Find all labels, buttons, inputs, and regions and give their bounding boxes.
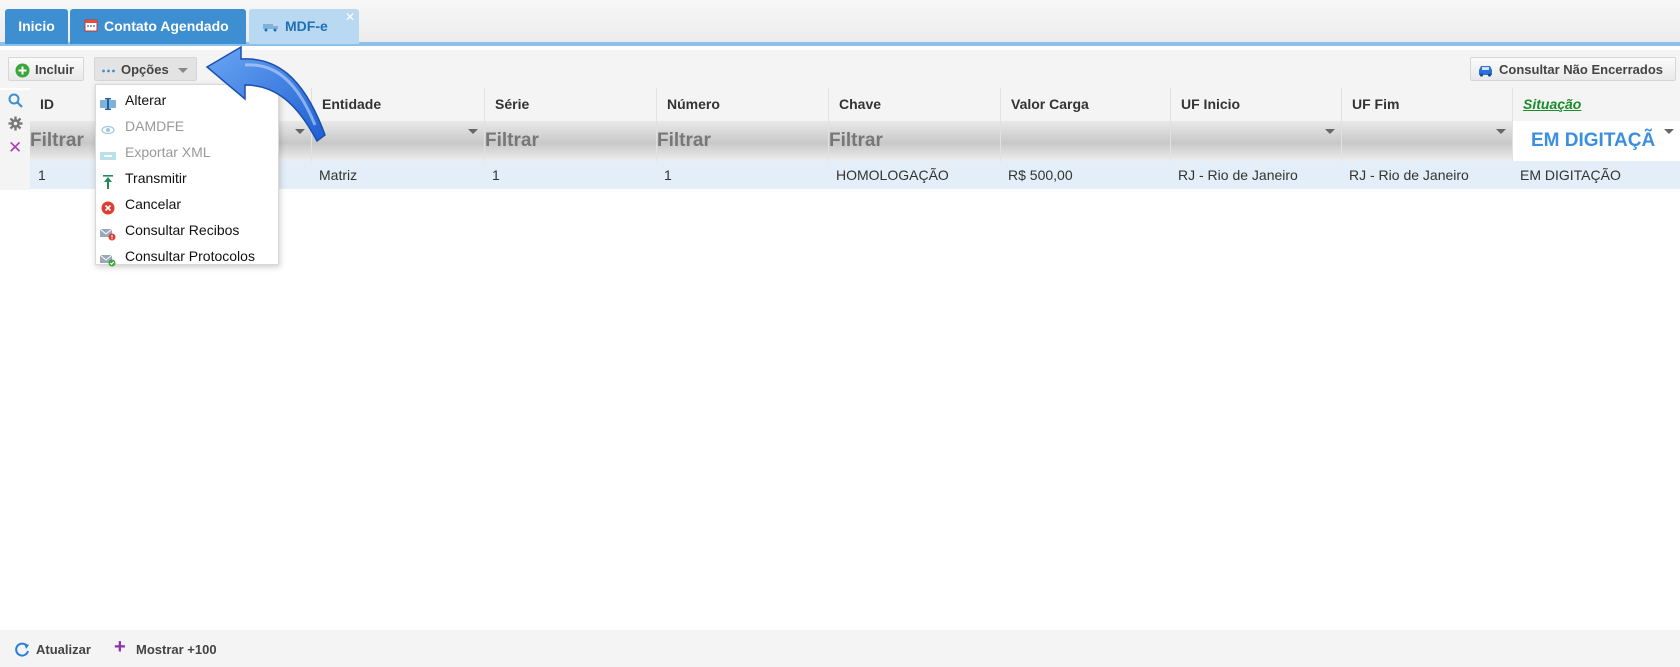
filter-situacao[interactable]: EM DIGITAÇÃ (1512, 121, 1680, 161)
footer-bar: Atualizar + Mostrar +100 (0, 630, 1680, 667)
cancel-icon (100, 197, 116, 215)
chevron-down-icon[interactable] (468, 129, 478, 134)
menu-item-transmitir-label: Transmitir (125, 170, 187, 186)
filter-uf-inicio[interactable] (1170, 121, 1341, 161)
menu-item-exportar-label: Exportar XML (125, 144, 211, 160)
grid-side-tools: ✕ (0, 90, 30, 190)
filter-valor-carga[interactable] (1000, 121, 1170, 161)
chevron-down-icon[interactable] (1325, 129, 1335, 134)
filter-id-text: Filtrar (30, 130, 84, 151)
upload-icon (100, 171, 116, 189)
refresh-icon (14, 641, 30, 661)
opcoes-label: Opções (121, 62, 169, 77)
eye-icon (100, 119, 116, 135)
consultar-nao-encerrados-button[interactable]: Consultar Não Encerrados (1470, 57, 1676, 81)
menu-item-consultar-recibos[interactable]: Consultar Recibos (96, 217, 278, 243)
cell-uf-inicio: RJ - Rio de Janeiro (1178, 167, 1298, 183)
tab-inicio[interactable]: Inicio (5, 9, 68, 44)
cell-situacao: EM DIGITAÇÃO (1520, 167, 1621, 183)
cell-id: 1 (38, 167, 46, 183)
consultar-label: Consultar Não Encerrados (1499, 62, 1663, 77)
menu-item-cancelar[interactable]: Cancelar (96, 191, 278, 217)
col-numero[interactable]: Número (656, 88, 828, 121)
edit-icon (100, 93, 116, 110)
incluir-button[interactable]: Incluir (8, 57, 84, 81)
chevron-down-icon (178, 68, 188, 73)
filter-situacao-text: EM DIGITAÇÃ (1531, 130, 1656, 151)
mail-check-icon (99, 249, 116, 267)
car-icon (1477, 62, 1492, 77)
col-uf-fim[interactable]: UF Fim (1341, 88, 1512, 121)
menu-item-protocolos-label: Consultar Protocolos (125, 248, 255, 264)
filter-numero[interactable]: Filtrar (656, 121, 828, 161)
col-situacao[interactable]: Situação (1512, 88, 1680, 121)
col-valor-carga[interactable]: Valor Carga (1000, 88, 1170, 121)
mostrar-mais-label: Mostrar +100 (136, 642, 217, 657)
mostrar-mais-button[interactable]: + Mostrar +100 (114, 636, 217, 659)
filter-uf-fim[interactable] (1341, 121, 1512, 161)
tab-contato-label: Contato Agendado (104, 18, 229, 34)
menu-item-transmitir[interactable]: Transmitir (96, 165, 278, 191)
col-uf-inicio[interactable]: UF Inicio (1170, 88, 1341, 121)
menu-item-recibos-label: Consultar Recibos (125, 222, 240, 238)
mail-alert-icon (99, 223, 116, 241)
filter-entidade[interactable] (311, 121, 484, 161)
cell-entidade: Matriz (319, 167, 358, 183)
cell-valor-carga: R$ 500,00 (1008, 167, 1073, 183)
tab-mdfe-label: MDF-e (285, 18, 328, 34)
gear-icon[interactable] (8, 116, 23, 134)
chevron-down-icon[interactable] (1664, 129, 1674, 134)
menu-item-cancelar-label: Cancelar (125, 196, 182, 212)
filter-chave-text: Filtrar (829, 130, 883, 151)
cell-numero: 1 (664, 167, 672, 183)
app-root: Inicio Contato Agendado MDF-e ✕ Incluir … (0, 0, 1680, 667)
calendar-icon (84, 10, 98, 45)
cell-uf-fim: RJ - Rio de Janeiro (1349, 167, 1469, 183)
plus-icon: + (114, 636, 126, 658)
truck-icon (263, 10, 279, 45)
pointer-arrow-icon (205, 45, 326, 143)
filter-serie[interactable]: Filtrar (484, 121, 656, 161)
filter-numero-text: Filtrar (657, 130, 711, 151)
clear-filter-icon[interactable]: ✕ (8, 139, 22, 156)
tab-mdfe[interactable]: MDF-e ✕ (249, 9, 359, 44)
menu-item-damdfe-label: DAMDFE (125, 118, 185, 134)
filter-chave[interactable]: Filtrar (828, 121, 1000, 161)
atualizar-label: Atualizar (36, 642, 91, 657)
col-chave[interactable]: Chave (828, 88, 1000, 121)
incluir-label: Incluir (35, 62, 75, 77)
cell-serie: 1 (492, 167, 500, 183)
more-icon (101, 62, 116, 77)
col-serie[interactable]: Série (484, 88, 656, 121)
search-icon[interactable] (8, 93, 23, 111)
chevron-down-icon[interactable] (1496, 129, 1506, 134)
atualizar-button[interactable]: Atualizar (14, 641, 91, 659)
tab-contato-agendado[interactable]: Contato Agendado (70, 9, 246, 44)
cell-chave: HOMOLOGAÇÃO (836, 167, 949, 183)
add-icon (15, 62, 30, 78)
xml-icon (100, 145, 116, 160)
opcoes-button[interactable]: Opções (94, 57, 197, 81)
filter-serie-text: Filtrar (485, 130, 539, 151)
menu-item-consultar-protocolos[interactable]: Consultar Protocolos (96, 243, 278, 269)
tab-bar: Inicio Contato Agendado MDF-e ✕ (0, 0, 1680, 46)
menu-item-alterar-label: Alterar (125, 92, 167, 108)
close-icon[interactable]: ✕ (345, 0, 355, 35)
col-entidade[interactable]: Entidade (311, 88, 484, 121)
